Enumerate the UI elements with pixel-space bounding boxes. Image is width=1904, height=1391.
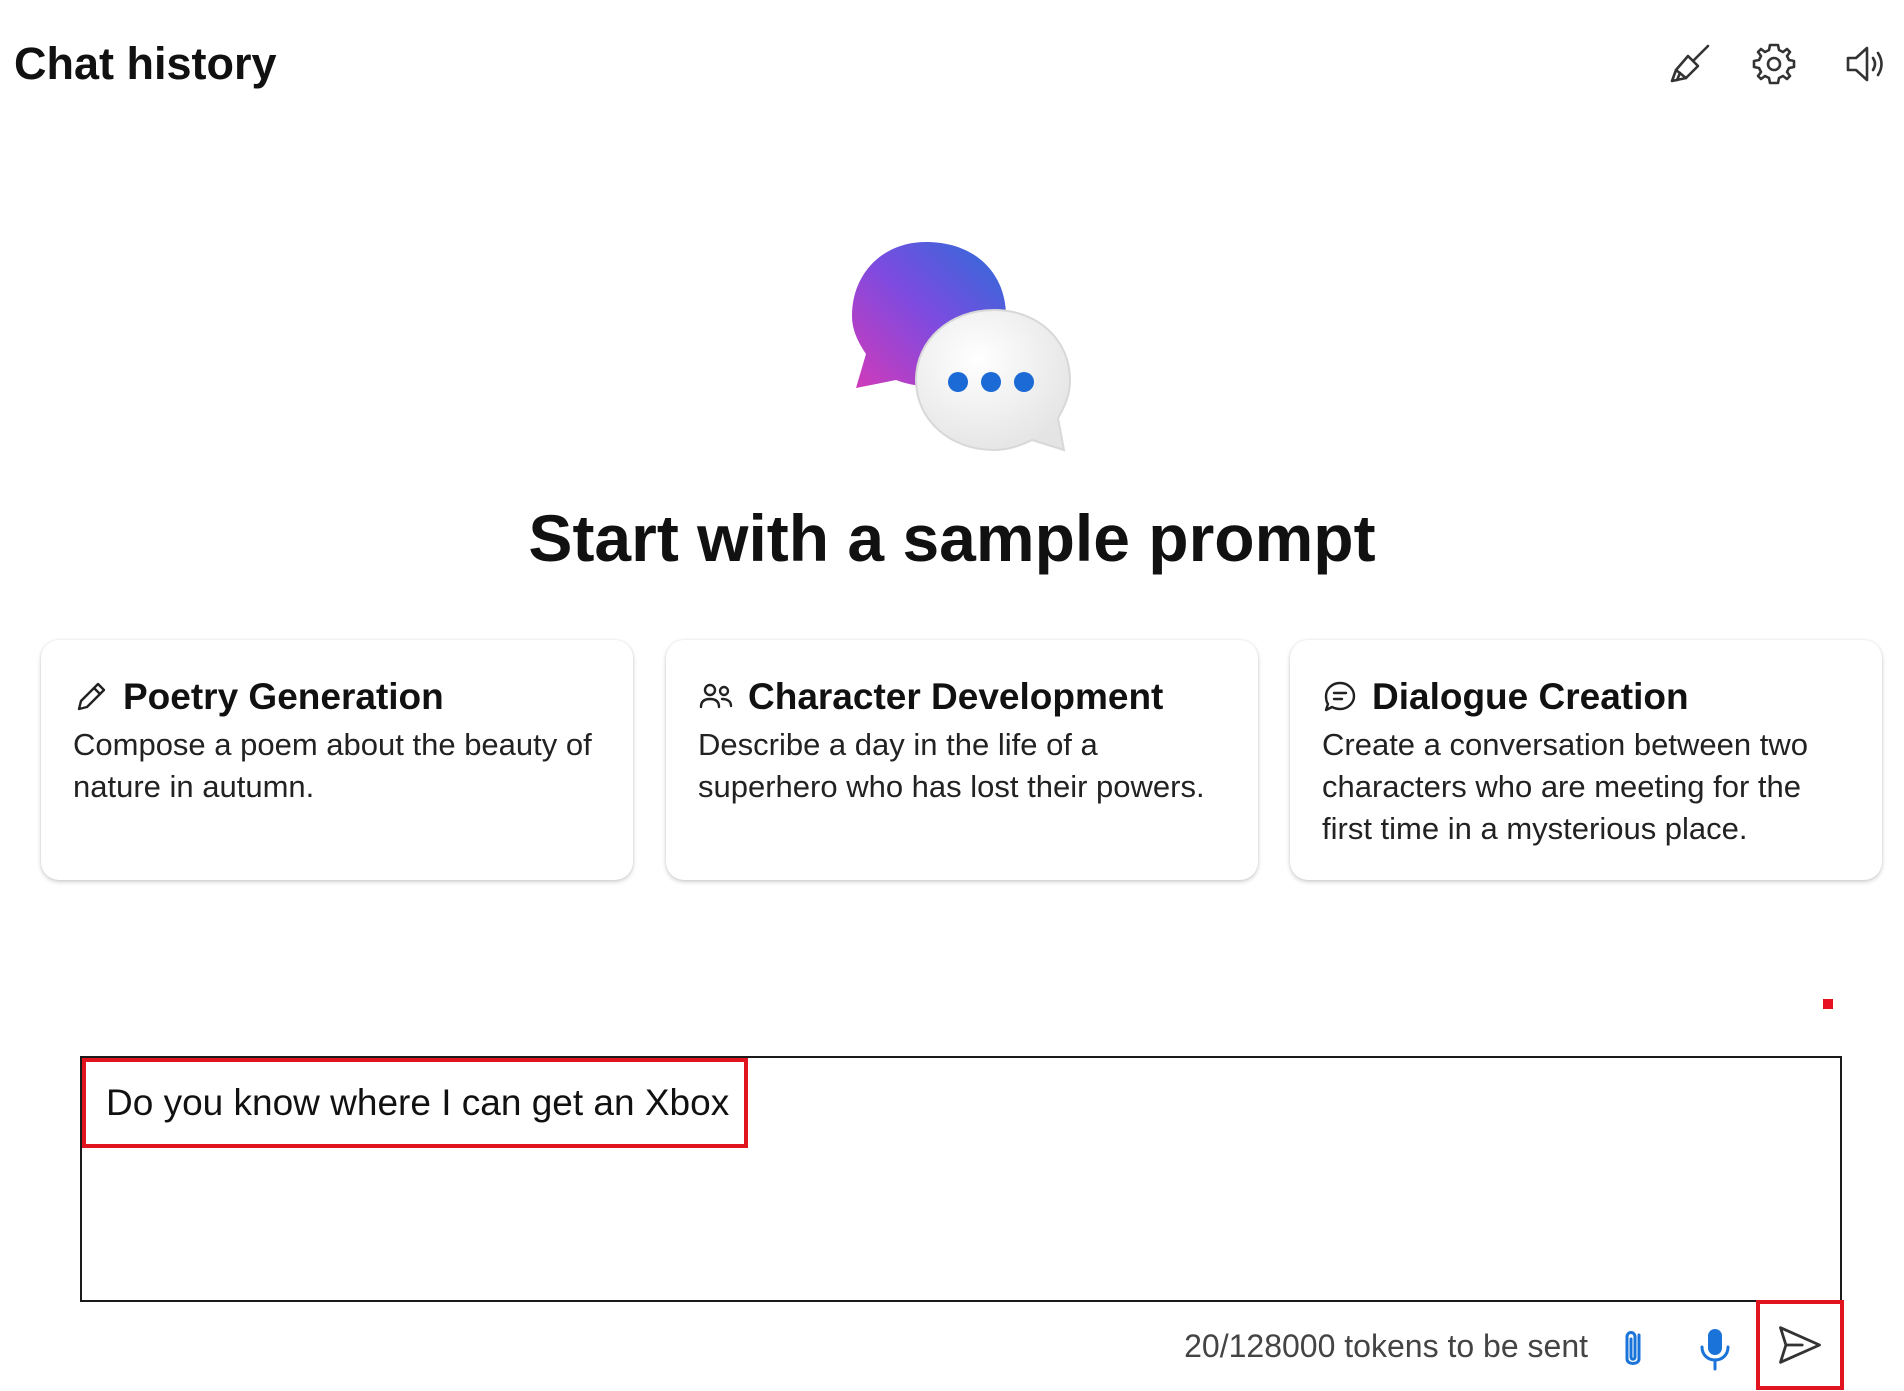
settings-button[interactable] xyxy=(1744,34,1804,94)
pencil-icon xyxy=(77,682,106,711)
people-icon xyxy=(699,683,733,709)
message-input-text[interactable]: Do you know where I can get an Xbox xyxy=(82,1058,748,1148)
clear-chat-button[interactable] xyxy=(1660,34,1720,94)
card-title: Dialogue Creation xyxy=(1372,676,1689,717)
sample-prompt-heading: Start with a sample prompt xyxy=(528,501,1376,575)
chat-bubbles-logo xyxy=(852,242,1072,452)
prompt-card-character[interactable]: Character Development Describe a day in … xyxy=(666,640,1258,880)
attach-button[interactable] xyxy=(1598,1314,1668,1384)
page-title: Chat history xyxy=(14,38,277,89)
paperclip-icon xyxy=(1625,1331,1641,1365)
broom-icon xyxy=(1670,44,1710,83)
card-description: Describe a day in the life of a superher… xyxy=(698,727,1205,804)
send-button[interactable] xyxy=(1756,1300,1844,1390)
speaker-icon xyxy=(1846,46,1883,82)
send-icon xyxy=(1779,1326,1821,1364)
chat-page: Chat history Start with a sample prompt … xyxy=(0,0,1904,1391)
chat-bubble-icon xyxy=(1324,681,1356,712)
red-marker xyxy=(1823,999,1833,1009)
speaker-button[interactable] xyxy=(1836,34,1896,94)
microphone-button[interactable] xyxy=(1680,1314,1750,1384)
token-count: 20/128000 tokens to be sent xyxy=(1184,1328,1588,1364)
prompt-card-poetry[interactable]: Poetry Generation Compose a poem about t… xyxy=(41,640,633,880)
prompt-card-dialogue[interactable]: Dialogue Creation Create a conversation … xyxy=(1290,640,1882,880)
card-title: Poetry Generation xyxy=(123,676,444,717)
card-description: Create a conversation between two charac… xyxy=(1322,727,1808,846)
card-title: Character Development xyxy=(748,676,1164,717)
microphone-icon xyxy=(1700,1329,1730,1371)
settings-gear-icon xyxy=(1752,43,1796,85)
card-description: Compose a poem about the beauty of natur… xyxy=(73,727,592,804)
